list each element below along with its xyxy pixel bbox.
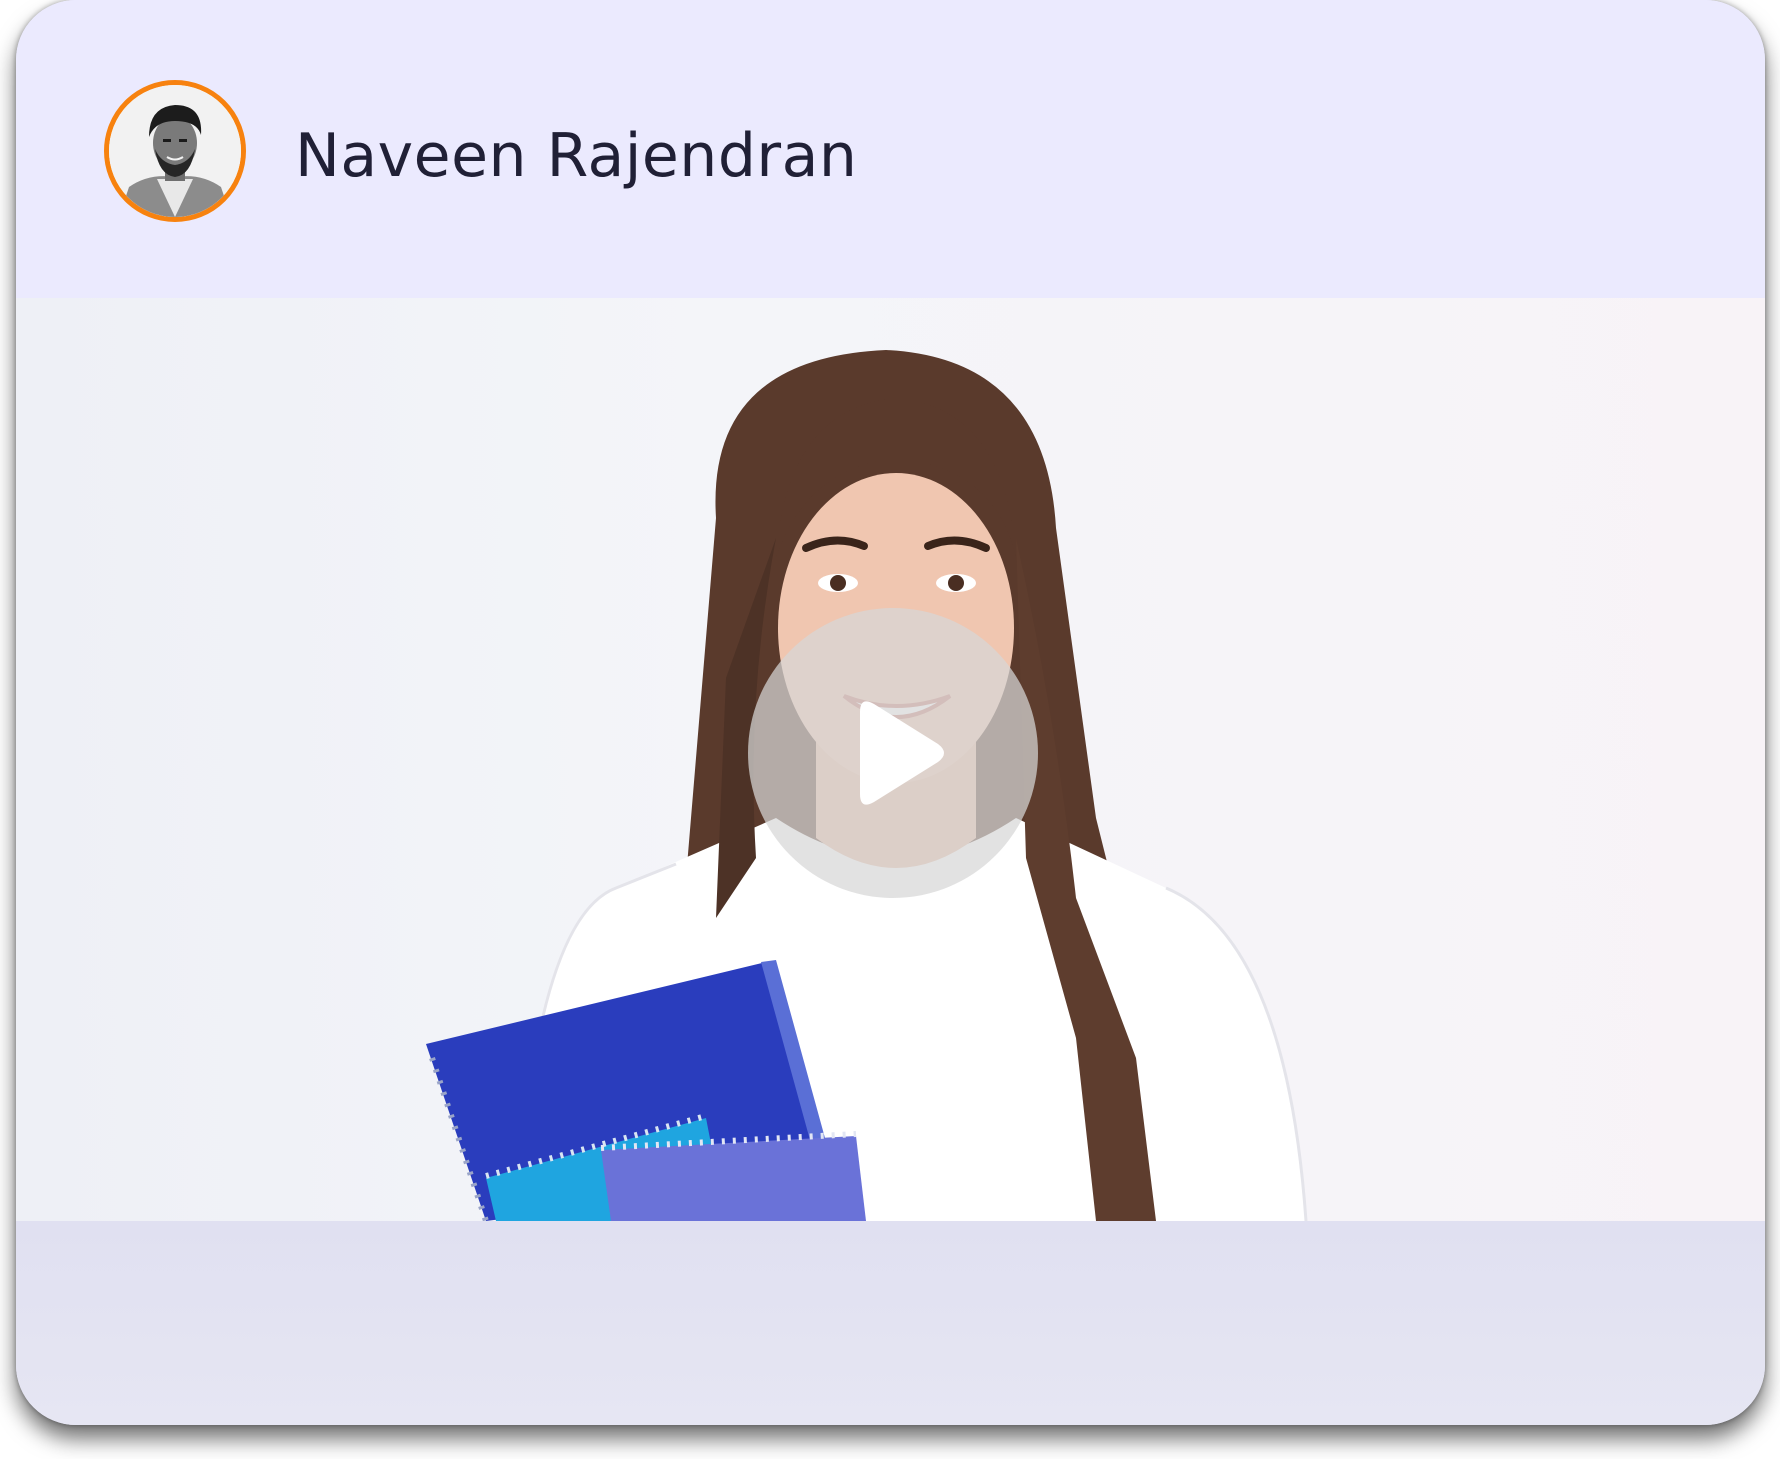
author-name[interactable]: Naveen Rajendran — [295, 118, 857, 194]
play-button[interactable] — [748, 608, 1038, 898]
post-header: Naveen Rajendran — [16, 0, 1765, 298]
video-player[interactable] — [16, 298, 1765, 1221]
post-footer — [16, 1221, 1765, 1425]
author-avatar[interactable] — [104, 80, 246, 222]
play-icon — [860, 701, 944, 805]
avatar-photo-icon — [109, 85, 241, 217]
video-post-card: Naveen Rajendran — [16, 0, 1765, 1425]
